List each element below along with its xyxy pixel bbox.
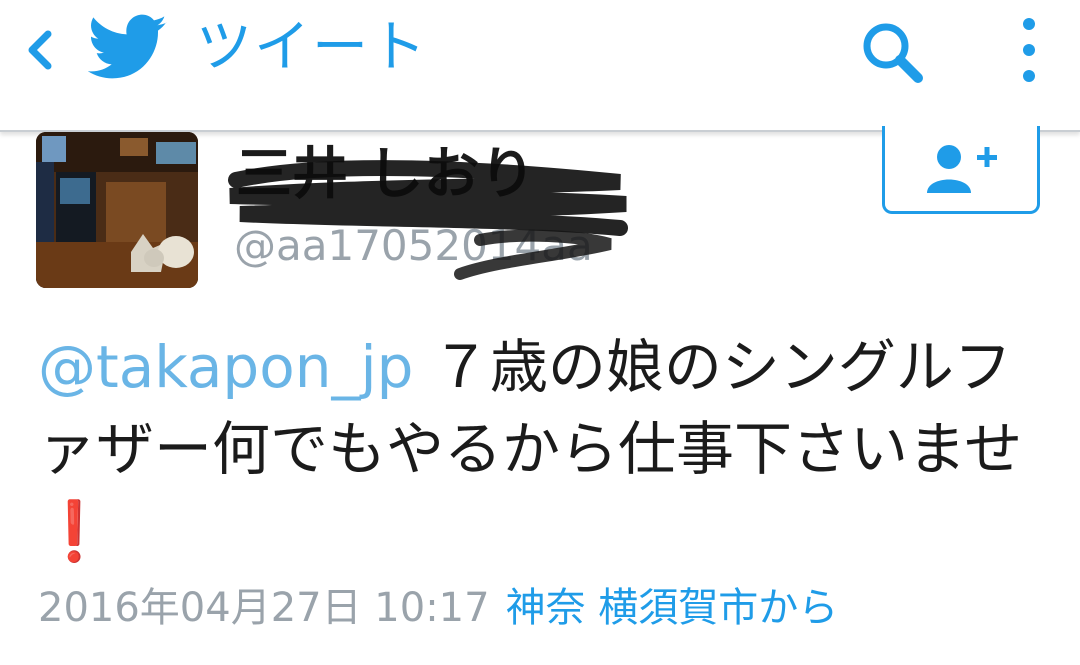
search-button[interactable] <box>856 18 934 88</box>
follow-button[interactable] <box>882 126 1040 214</box>
mention-link[interactable]: @takapon_jp <box>38 333 413 401</box>
back-button[interactable] <box>14 22 64 78</box>
add-user-icon <box>927 144 997 193</box>
tweet-timestamp: 2016年04月27日 10:17 <box>38 585 490 631</box>
tweet-text: @takapon_jp ７歳の娘のシングルファザー何でもやるから仕事下さいませ❗ <box>38 326 1038 572</box>
top-toolbar: ツイート <box>0 0 1080 132</box>
tweet-detail-screen: ツイート 三井 しおり @aa17052014aa @takapon_jp ７歳… <box>0 0 1080 665</box>
display-name[interactable]: 三井 しおり <box>236 140 536 210</box>
avatar-photo <box>36 132 198 288</box>
overflow-menu-icon <box>1023 18 1035 82</box>
twitter-bird-icon[interactable] <box>88 14 168 82</box>
avatar[interactable] <box>36 132 198 288</box>
chevron-left-icon <box>28 30 52 70</box>
user-handle[interactable]: @aa17052014aa <box>234 220 593 272</box>
page-title: ツイート <box>196 15 428 80</box>
search-icon <box>863 23 923 83</box>
overflow-menu-button[interactable] <box>1006 14 1052 86</box>
exclamation-emoji: ❗ <box>38 497 111 565</box>
tweet-meta: 2016年04月27日 10:17 神奈 横須賀市から <box>38 580 838 636</box>
tweet-location[interactable]: 神奈 横須賀市から <box>506 585 839 631</box>
